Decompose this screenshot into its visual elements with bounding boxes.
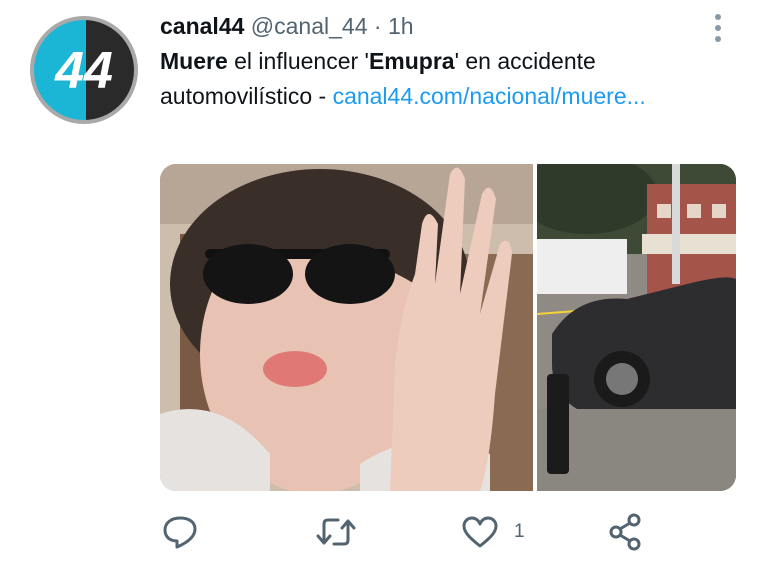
like-count: 1: [514, 521, 525, 542]
reply-button[interactable]: [160, 510, 200, 554]
reply-icon: [163, 516, 197, 549]
heart-icon: [462, 516, 498, 548]
retweet-icon: [316, 518, 356, 546]
media-image-selfie[interactable]: [160, 164, 533, 491]
share-icon: [609, 513, 641, 551]
author-handle[interactable]: @canal_44: [251, 13, 368, 39]
tweet-text-bold-muere: Muere: [160, 48, 228, 74]
tweet-text: Muere el influencer 'Emupra' en accident…: [160, 44, 720, 114]
tweet-text-part-1: el influencer ': [227, 48, 369, 74]
media-image-crash[interactable]: [517, 164, 736, 491]
tweet-link[interactable]: canal44.com/nacional/muere...: [333, 83, 646, 109]
author-name[interactable]: canal44: [160, 13, 244, 39]
tweet-text-bold-name: Emupra: [368, 48, 455, 74]
separator-dot: ·: [373, 13, 382, 39]
like-button[interactable]: 1: [460, 510, 525, 554]
tweet-actions: 1: [160, 510, 660, 554]
tweet-time[interactable]: 1h: [388, 13, 414, 39]
avatar-logo-text: 44: [54, 42, 113, 100]
tweet-media[interactable]: [160, 164, 736, 491]
tweet-header: canal44 @canal_44 · 1h: [160, 10, 414, 42]
share-button[interactable]: [606, 510, 646, 554]
retweet-button[interactable]: [314, 510, 358, 554]
avatar[interactable]: 44: [30, 16, 138, 124]
more-options-icon[interactable]: [704, 12, 732, 44]
